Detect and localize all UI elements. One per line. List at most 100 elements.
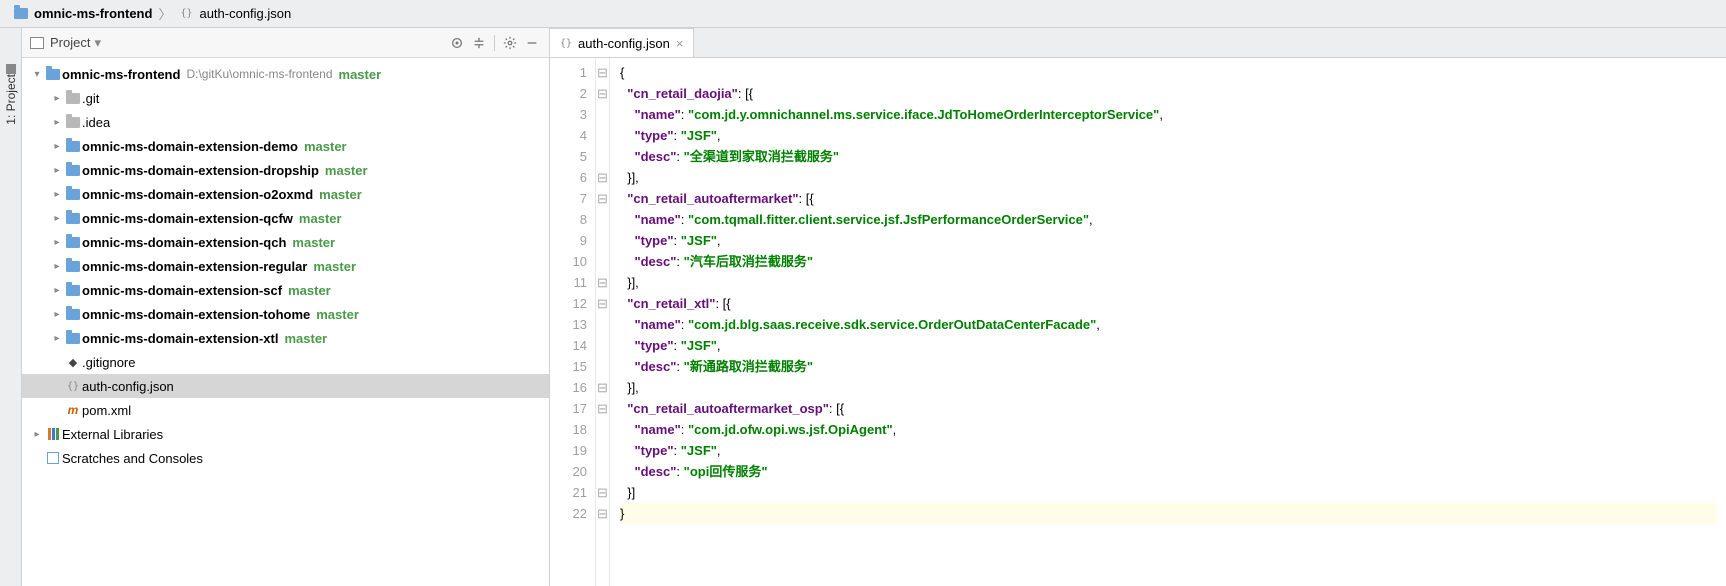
project-view-icon [28, 37, 46, 49]
tree-item-icon [44, 428, 62, 440]
breadcrumb-label: auth-config.json [199, 6, 291, 21]
editor-tab[interactable]: {} auth-config.json × [550, 28, 694, 57]
tree-item-icon [64, 93, 82, 104]
close-tab-icon[interactable]: × [676, 36, 684, 51]
tree-item-icon [64, 261, 82, 272]
project-tool-window: Project ▾ ▾omnic-ms-frontendD:\gitKu\omn… [22, 28, 550, 586]
tree-item-label: .git [82, 91, 99, 106]
tree-item[interactable]: ▸ omnic-ms-domain-extension-scf master [22, 278, 549, 302]
tree-item-icon [64, 213, 82, 224]
tree-item-icon [44, 69, 62, 80]
tree-item[interactable]: ◆.gitignore [22, 350, 549, 374]
tree-item-branch: master [339, 67, 382, 82]
tree-item-branch: master [284, 331, 327, 346]
tree-item-icon [64, 333, 82, 344]
expand-chevron-icon[interactable]: ▸ [30, 429, 44, 440]
expand-chevron-icon[interactable]: ▾ [30, 69, 44, 80]
project-tab-icon [6, 64, 16, 74]
project-panel-title[interactable]: Project [50, 35, 90, 50]
tree-item-label: omnic-ms-frontend [62, 67, 180, 82]
dropdown-icon[interactable]: ▾ [94, 35, 101, 51]
tree-item-icon [64, 141, 82, 152]
tree-item[interactable]: ▸ omnic-ms-domain-extension-qch master [22, 230, 549, 254]
tree-item-label: omnic-ms-domain-extension-o2oxmd [82, 187, 313, 202]
tree-item[interactable]: ▸ omnic-ms-domain-extension-tohome master [22, 302, 549, 326]
tree-item[interactable]: ▸ omnic-ms-domain-extension-qcfw master [22, 206, 549, 230]
breadcrumb-item-file[interactable]: {} auth-config.json [173, 6, 295, 21]
tree-item[interactable]: ▾omnic-ms-frontendD:\gitKu\omnic-ms-fron… [22, 62, 549, 86]
tree-item-label: pom.xml [82, 403, 131, 418]
tree-item[interactable]: {}auth-config.json [22, 374, 549, 398]
code-editor[interactable]: 12345678910111213141516171819202122 ⊟⊟⊟⊟… [550, 58, 1726, 586]
tree-item-label: omnic-ms-domain-extension-qcfw [82, 211, 293, 226]
project-tree[interactable]: ▾omnic-ms-frontendD:\gitKu\omnic-ms-fron… [22, 58, 549, 586]
tab-label: auth-config.json [578, 36, 670, 51]
tree-item-icon [64, 117, 82, 128]
fold-gutter[interactable]: ⊟⊟⊟⊟⊟⊟⊟⊟⊟⊟ [596, 58, 610, 586]
tree-item-label: omnic-ms-domain-extension-scf [82, 283, 282, 298]
tree-item-label: omnic-ms-domain-extension-tohome [82, 307, 310, 322]
tree-item-icon: ◆ [64, 356, 82, 369]
tree-item-label: External Libraries [62, 427, 163, 442]
expand-chevron-icon[interactable]: ▸ [50, 285, 64, 296]
tree-item-label: omnic-ms-domain-extension-regular [82, 259, 307, 274]
expand-chevron-icon[interactable]: ▸ [50, 117, 64, 128]
project-panel-header: Project ▾ [22, 28, 549, 58]
tree-item[interactable]: ▸ omnic-ms-domain-extension-regular master [22, 254, 549, 278]
tree-item[interactable]: ▸ omnic-ms-domain-extension-demo master [22, 134, 549, 158]
tree-item[interactable]: ▸ .idea [22, 110, 549, 134]
tree-item-label: omnic-ms-domain-extension-dropship [82, 163, 319, 178]
tree-item-icon: {} [64, 381, 82, 392]
tree-item-branch: master [288, 283, 331, 298]
minimize-icon[interactable] [521, 32, 543, 54]
tool-window-stripe[interactable]: 1: Project [0, 28, 22, 586]
expand-chevron-icon[interactable]: ▸ [50, 165, 64, 176]
expand-chevron-icon[interactable]: ▸ [50, 189, 64, 200]
expand-chevron-icon[interactable]: ▸ [50, 237, 64, 248]
json-file-icon: {} [560, 38, 572, 49]
tree-item-branch: master [292, 235, 335, 250]
tree-item-branch: master [316, 307, 359, 322]
tree-item-icon [64, 165, 82, 176]
tree-item-branch: master [313, 259, 356, 274]
breadcrumb-label: omnic-ms-frontend [34, 6, 152, 21]
main-layout: 1: Project Project ▾ ▾omnic-ms-frontendD… [0, 28, 1726, 586]
tree-item-label: omnic-ms-domain-extension-xtl [82, 331, 278, 346]
tree-item[interactable]: mpom.xml [22, 398, 549, 422]
tree-item-icon [64, 309, 82, 320]
tree-item-label: .idea [82, 115, 110, 130]
tree-item-branch: master [325, 163, 368, 178]
tree-item[interactable]: ▸ External Libraries [22, 422, 549, 446]
json-file-icon: {} [177, 8, 195, 19]
collapse-all-icon[interactable] [468, 32, 490, 54]
tree-item-label: Scratches and Consoles [62, 451, 203, 466]
tree-item[interactable]: ▸ .git [22, 86, 549, 110]
expand-chevron-icon[interactable]: ▸ [50, 213, 64, 224]
tree-item[interactable]: Scratches and Consoles [22, 446, 549, 470]
tree-item-icon [44, 452, 62, 464]
tree-item[interactable]: ▸ omnic-ms-domain-extension-xtl master [22, 326, 549, 350]
tree-item-icon [64, 237, 82, 248]
locate-icon[interactable] [446, 32, 468, 54]
breadcrumb-item-root[interactable]: omnic-ms-frontend [8, 6, 156, 21]
editor-tabs: {} auth-config.json × [550, 28, 1726, 58]
tree-item-branch: master [299, 211, 342, 226]
folder-icon [12, 8, 30, 19]
tree-item[interactable]: ▸omnic-ms-domain-extension-o2oxmdmaster [22, 182, 549, 206]
expand-chevron-icon[interactable]: ▸ [50, 141, 64, 152]
expand-chevron-icon[interactable]: ▸ [50, 261, 64, 272]
tree-item-label: omnic-ms-domain-extension-qch [82, 235, 286, 250]
breadcrumb-bar: omnic-ms-frontend 〉 {} auth-config.json [0, 0, 1726, 28]
code-content[interactable]: { "cn_retail_daojia": [{ "name": "com.jd… [610, 58, 1726, 586]
expand-chevron-icon[interactable]: ▸ [50, 93, 64, 104]
tree-item-label: omnic-ms-domain-extension-demo [82, 139, 298, 154]
expand-chevron-icon[interactable]: ▸ [50, 333, 64, 344]
tree-item-label: .gitignore [82, 355, 135, 370]
editor-panel: {} auth-config.json × 123456789101112131… [550, 28, 1726, 586]
tree-item[interactable]: ▸ omnic-ms-domain-extension-dropship maste… [22, 158, 549, 182]
line-number-gutter: 12345678910111213141516171819202122 [550, 58, 596, 586]
settings-gear-icon[interactable] [499, 32, 521, 54]
chevron-right-icon: 〉 [158, 4, 171, 23]
tree-item-branch: master [304, 139, 347, 154]
expand-chevron-icon[interactable]: ▸ [50, 309, 64, 320]
